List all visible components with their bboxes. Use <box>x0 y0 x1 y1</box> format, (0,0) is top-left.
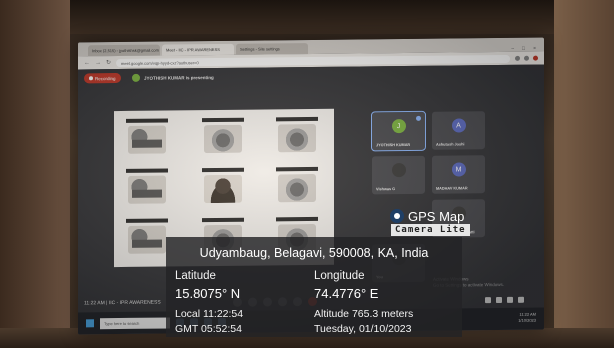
slide-image <box>272 116 322 156</box>
slide-image <box>122 168 172 207</box>
left-wall <box>0 0 70 348</box>
participant-name: MADHAV KUMAR <box>436 186 468 191</box>
latitude-label: Latitude <box>175 270 216 282</box>
people-icon[interactable] <box>496 296 502 304</box>
gps-camera-logo-icon <box>390 209 404 223</box>
slide-image <box>122 218 172 257</box>
participant-name: JYOTHISH KUMAR <box>376 142 411 148</box>
recording-badge: Recording <box>84 72 121 84</box>
info-icon[interactable] <box>485 297 491 304</box>
browser-tab-meet[interactable]: Meet - IIC - IPR AWARENESS <box>162 43 234 56</box>
chat-icon[interactable] <box>507 296 513 303</box>
slide-image <box>198 117 248 157</box>
recording-label: Recording <box>95 75 116 81</box>
photo: Inbox (2,515) - jyothishsk@gmail.com Mee… <box>0 0 614 348</box>
side-controls <box>485 296 524 304</box>
gps-address: Udyambaug, Belagavi, 590008, KA, India <box>199 246 429 260</box>
system-tray-clock[interactable]: 11:22 AM 1/10/2023 <box>518 312 536 324</box>
slide-image <box>272 166 322 206</box>
extension-icon[interactable] <box>515 55 520 61</box>
tray-date: 1/10/2023 <box>518 317 536 323</box>
back-icon[interactable]: ← <box>84 60 90 66</box>
altitude: Altitude 765.3 meters <box>314 308 414 320</box>
speaking-icon <box>416 115 421 121</box>
extension-icons <box>515 55 538 61</box>
recording-dot-icon <box>89 76 93 81</box>
avatar: M <box>451 162 466 177</box>
gps-map-camera-brand: GPS Map <box>390 209 464 223</box>
presenter-avatar-icon <box>132 73 140 82</box>
taskbar-search-input[interactable]: Type here to search <box>100 316 170 329</box>
longitude-label: Longitude <box>314 270 365 282</box>
browser-tab-gmail[interactable]: Inbox (2,515) - jyothishsk@gmail.com <box>88 44 160 57</box>
longitude-value: 74.4776° E <box>314 286 379 301</box>
slide-portrait-image <box>198 167 248 207</box>
gps-brand-title: GPS Map <box>408 208 465 224</box>
date: Tuesday, 01/10/2023 <box>314 323 412 335</box>
avatar: A <box>451 118 466 133</box>
forward-icon[interactable]: → <box>95 60 101 66</box>
participant-tile[interactable]: M MADHAV KUMAR <box>432 155 485 194</box>
windows-start-icon[interactable] <box>86 319 94 328</box>
browser-tab-settings[interactable]: Settings - Site settings <box>236 43 308 55</box>
extension-icon[interactable] <box>524 55 529 61</box>
presenting-label: JYOTHISH KUMAR is presenting <box>144 74 214 81</box>
avatar: J <box>391 119 406 134</box>
latitude-value: 15.8075° N <box>175 286 241 301</box>
right-wall <box>554 0 614 348</box>
participant-tile[interactable]: J JYOTHISH KUMAR <box>371 110 426 152</box>
local-time: Local 11:22:54 <box>175 308 244 320</box>
gmt-time: GMT 05:52:54 <box>175 323 242 335</box>
gps-brand-subtitle: Camera Lite <box>391 224 470 236</box>
participant-name: Vishwas G <box>376 187 396 192</box>
reload-icon[interactable]: ↻ <box>106 59 111 66</box>
participant-tile[interactable]: A Ashutosh Joshi <box>432 111 485 150</box>
avatar <box>391 163 406 178</box>
gps-info-card: Udyambaug, Belagavi, 590008, KA, India L… <box>166 237 462 337</box>
activities-icon[interactable] <box>518 296 524 303</box>
profile-icon[interactable] <box>533 55 538 61</box>
presenting-banner: JYOTHISH KUMAR is presenting <box>132 72 214 83</box>
slide-image <box>122 118 172 157</box>
participant-tile[interactable]: Vishwas G <box>372 155 425 195</box>
ceiling <box>0 0 614 34</box>
meeting-time-title: 11:22 AM | IIC - IPR AWARENESS <box>84 299 161 307</box>
participant-name: Ashutosh Joshi <box>436 142 465 147</box>
